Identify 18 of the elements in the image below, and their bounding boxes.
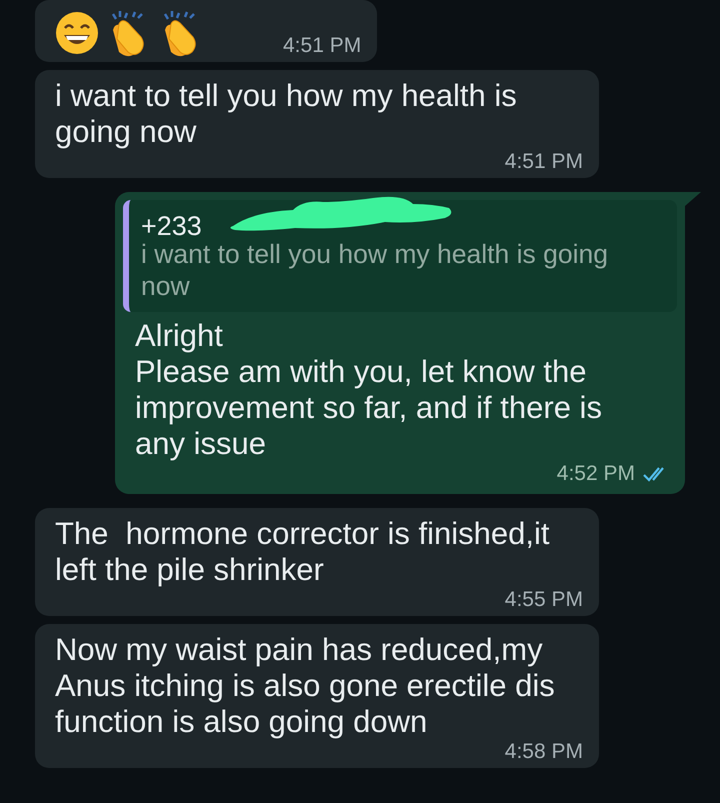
- message-text: The hormone corrector is finished,it left the pile shrinker: [55, 516, 550, 588]
- message-bubble[interactable]: +233 i want to tell you how my health is going now Alright Please am with you, let know the improvement so far, and if there is any issue 4:52 PM: [115, 192, 685, 494]
- message-text: i want to tell you how my health is going now: [55, 78, 518, 150]
- message-time: 4:55 PM: [504, 588, 583, 612]
- message-text: Alright Please am with you, let know the improvement so far, and if there is any issue: [134, 317, 603, 462]
- message-time: 4:51 PM: [504, 150, 583, 174]
- message-time: 4:51 PM: [283, 34, 362, 58]
- quoted-sender: +233: [141, 211, 202, 241]
- message-bubble[interactable]: i want to tell you how my health is going now 4:51 PM: [35, 70, 599, 178]
- message-bubble[interactable]: Now my waist pain has reduced,my Anus itching is also gone erectile dis function is also going down 4:58 PM: [35, 624, 599, 768]
- message-time: 4:58 PM: [504, 740, 583, 764]
- bubble-tail: [685, 192, 701, 206]
- message-time: 4:52 PM: [556, 462, 635, 486]
- quoted-text: i want to tell you how my health is going now: [141, 238, 609, 302]
- grinning-face-icon: [55, 11, 99, 55]
- message-text: Now my waist pain has reduced,my Anus itching is also gone erectile dis function is also going down: [55, 632, 556, 740]
- message-bubble[interactable]: The hormone corrector is finished,it left the pile shrinker 4:55 PM: [35, 508, 599, 616]
- message-bubble[interactable]: 4:51 PM: [35, 0, 378, 62]
